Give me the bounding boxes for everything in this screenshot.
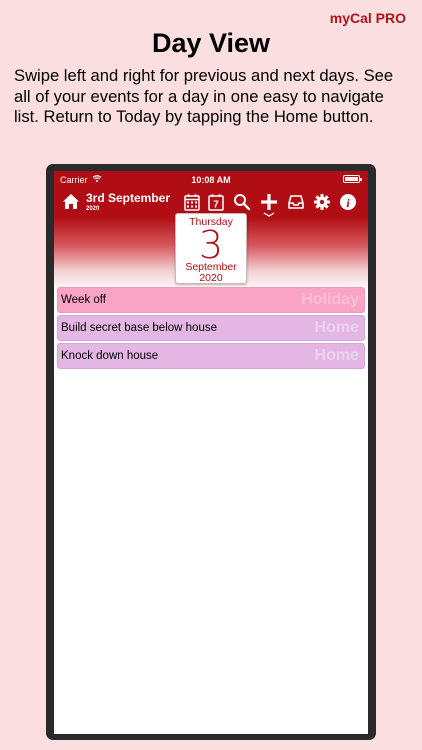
chevron-down-icon [263, 212, 275, 217]
brand-label: myCal PRO [329, 10, 406, 26]
app-header: Carrier 10:08 AM 3rd September 2020 7 i … [54, 171, 368, 291]
add-icon[interactable] [259, 192, 279, 212]
feature-description: Swipe left and right for previous and ne… [14, 66, 394, 126]
svg-text:7: 7 [213, 200, 219, 211]
event-title: Week off [61, 294, 106, 306]
date-card[interactable]: Thursday 3 September 2020 [175, 213, 247, 284]
info-icon[interactable]: i [338, 192, 358, 212]
event-list: Week off Holiday Build secret base below… [57, 287, 365, 371]
gear-icon[interactable] [312, 192, 332, 212]
device-frame: Carrier 10:08 AM 3rd September 2020 7 i … [46, 164, 376, 740]
event-row[interactable]: Knock down house Home [57, 343, 365, 369]
inbox-icon[interactable] [286, 192, 306, 212]
header-date: 3rd September 2020 [86, 192, 170, 213]
page-headline: Day View [151, 28, 271, 58]
event-title: Knock down house [61, 350, 159, 362]
status-time: 10:08 AM [191, 175, 231, 185]
date-card-year: 2020 [199, 272, 223, 284]
month-calendar-icon[interactable] [182, 192, 202, 212]
app-screen: Carrier 10:08 AM 3rd September 2020 7 i … [54, 171, 368, 734]
header-year-label: 2020 [86, 206, 100, 212]
event-row[interactable]: Week off Holiday [57, 287, 365, 313]
status-bar: Carrier 10:08 AM [54, 174, 368, 188]
event-title: Build secret base below house [61, 322, 217, 334]
date-card-day: 3 [198, 223, 224, 267]
week-calendar-icon[interactable]: 7 [206, 192, 226, 212]
battery-icon [343, 175, 362, 183]
header-date-label: 3rd September [86, 191, 171, 205]
search-icon[interactable] [232, 192, 252, 212]
event-row[interactable]: Build secret base below house Home [57, 315, 365, 341]
event-category: Home [314, 347, 359, 364]
event-category: Home [314, 319, 359, 336]
event-category: Holiday [301, 291, 359, 308]
home-icon[interactable] [62, 193, 80, 211]
